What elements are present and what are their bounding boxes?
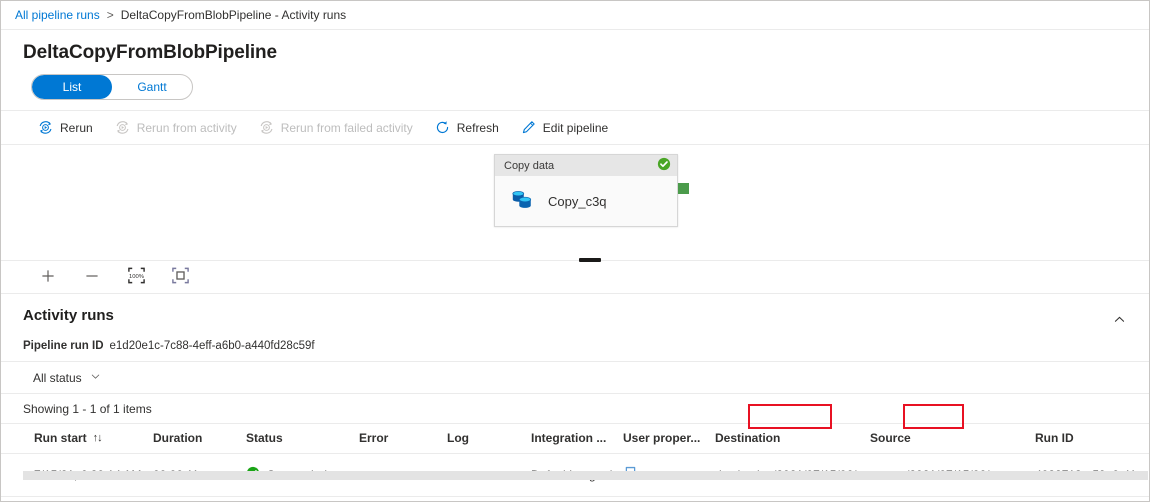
zoom-reset-button[interactable]: 100% — [125, 266, 147, 288]
column-header-error-label: Error — [359, 431, 388, 445]
success-check-icon — [657, 157, 671, 174]
pencil-icon — [521, 120, 536, 135]
column-header-status-label: Status — [246, 431, 283, 445]
column-header-log[interactable]: Log — [447, 424, 531, 454]
view-toggle-row: List Gantt — [1, 72, 1149, 110]
svg-text:100%: 100% — [128, 274, 144, 280]
copy-data-icon — [509, 186, 536, 216]
column-header-duration-label: Duration — [153, 431, 202, 445]
column-header-source-label: Source — [870, 431, 911, 445]
rerun-from-activity-button[interactable]: Rerun from activity — [104, 112, 248, 144]
activity-node-type-label: Copy data — [504, 160, 554, 172]
column-header-integration-runtime-label: Integration ... — [531, 431, 606, 445]
column-header-error[interactable]: Error — [359, 424, 447, 454]
status-filter-dropdown[interactable]: All status — [27, 367, 107, 389]
zoom-100-percent-icon: 100% — [127, 266, 146, 288]
breadcrumb-all-pipeline-runs[interactable]: All pipeline runs — [15, 8, 100, 22]
column-header-user-properties[interactable]: User proper... — [623, 424, 715, 454]
activity-node-copy-data[interactable]: Copy data — [494, 154, 678, 227]
edit-pipeline-button[interactable]: Edit pipeline — [510, 112, 619, 144]
pipeline-canvas[interactable]: Copy data — [1, 145, 1149, 260]
pipeline-run-id-value: e1d20e1c-7c88-4eff-a6b0-a440fd28c59f — [110, 340, 315, 352]
refresh-button-label: Refresh — [457, 121, 499, 135]
rerun-from-activity-label: Rerun from activity — [137, 121, 237, 135]
table-horizontal-scrollbar[interactable] — [23, 471, 1148, 480]
plus-icon — [40, 268, 56, 287]
activity-node-header: Copy data — [495, 155, 677, 176]
rerun-button-label: Rerun — [60, 121, 93, 135]
refresh-icon — [435, 120, 450, 135]
column-header-status[interactable]: Status — [246, 424, 359, 454]
activity-node-output-port[interactable] — [678, 183, 689, 194]
zoom-in-button[interactable] — [37, 266, 59, 288]
fit-to-screen-icon — [171, 266, 190, 288]
zoom-out-button[interactable] — [81, 266, 103, 288]
column-header-run-start-label: Run start — [34, 431, 87, 445]
activity-runs-title: Activity runs — [23, 307, 114, 324]
column-header-run-id[interactable]: Run ID — [1035, 424, 1149, 454]
chevron-down-icon — [90, 371, 101, 385]
fit-to-screen-button[interactable] — [169, 266, 191, 288]
column-header-run-start[interactable]: Run start ↑↓ — [1, 424, 153, 454]
table-header-row: Run start ↑↓ Duration Status Error Lo — [1, 424, 1149, 454]
filter-row: All status — [1, 362, 1149, 394]
rerun-from-failed-activity-button[interactable]: Rerun from failed activity — [248, 112, 424, 144]
sort-ascending-descending-icon: ↑↓ — [93, 432, 102, 444]
refresh-button[interactable]: Refresh — [424, 112, 510, 144]
pipeline-run-id-row: Pipeline run ID e1d20e1c-7c88-4eff-a6b0-… — [1, 333, 1149, 362]
breadcrumb: All pipeline runs > DeltaCopyFromBlobPip… — [1, 1, 1149, 30]
column-header-user-properties-label: User proper... — [623, 431, 700, 445]
command-bar: Rerun Rerun from activity — [1, 110, 1149, 145]
canvas-splitter-handle[interactable] — [579, 258, 601, 262]
pipeline-run-id-label: Pipeline run ID — [23, 340, 104, 352]
canvas-splitter — [1, 260, 1149, 261]
column-header-destination[interactable]: Destination — [715, 424, 870, 454]
activity-runs-header: Activity runs — [1, 294, 1149, 333]
page-title: DeltaCopyFromBlobPipeline — [1, 30, 1149, 72]
view-toggle-list[interactable]: List — [32, 75, 112, 99]
rerun-from-failed-activity-icon — [259, 120, 274, 135]
breadcrumb-separator: > — [107, 8, 114, 22]
view-toggle-gantt[interactable]: Gantt — [112, 75, 192, 99]
column-header-duration[interactable]: Duration — [153, 424, 246, 454]
chevron-up-icon — [1113, 313, 1126, 329]
column-header-destination-label: Destination — [715, 431, 780, 445]
activity-runs-collapse-button[interactable] — [1107, 309, 1131, 333]
column-header-source[interactable]: Source — [870, 424, 1035, 454]
status-filter-label: All status — [33, 371, 82, 385]
activity-runs-page: All pipeline runs > DeltaCopyFromBlobPip… — [0, 0, 1150, 502]
column-header-log-label: Log — [447, 431, 469, 445]
minus-icon — [84, 268, 100, 287]
activity-runs-table-wrapper: Run start ↑↓ Duration Status Error Lo — [1, 423, 1149, 497]
breadcrumb-current: DeltaCopyFromBlobPipeline - Activity run… — [121, 8, 346, 22]
column-header-integration-runtime[interactable]: Integration ... — [531, 424, 623, 454]
rerun-icon — [38, 120, 53, 135]
rerun-from-failed-activity-label: Rerun from failed activity — [281, 121, 413, 135]
canvas-zoom-toolbar: 100% — [1, 261, 1149, 294]
activity-node-body: Copy_c3q — [495, 176, 677, 226]
showing-items-text: Showing 1 - 1 of 1 items — [1, 394, 1149, 423]
rerun-button[interactable]: Rerun — [27, 112, 104, 144]
view-toggle: List Gantt — [31, 74, 193, 100]
edit-pipeline-label: Edit pipeline — [543, 121, 608, 135]
activity-runs-table: Run start ↑↓ Duration Status Error Lo — [1, 423, 1149, 497]
rerun-from-activity-icon — [115, 120, 130, 135]
activity-node-name: Copy_c3q — [548, 194, 607, 209]
column-header-run-id-label: Run ID — [1035, 431, 1074, 445]
